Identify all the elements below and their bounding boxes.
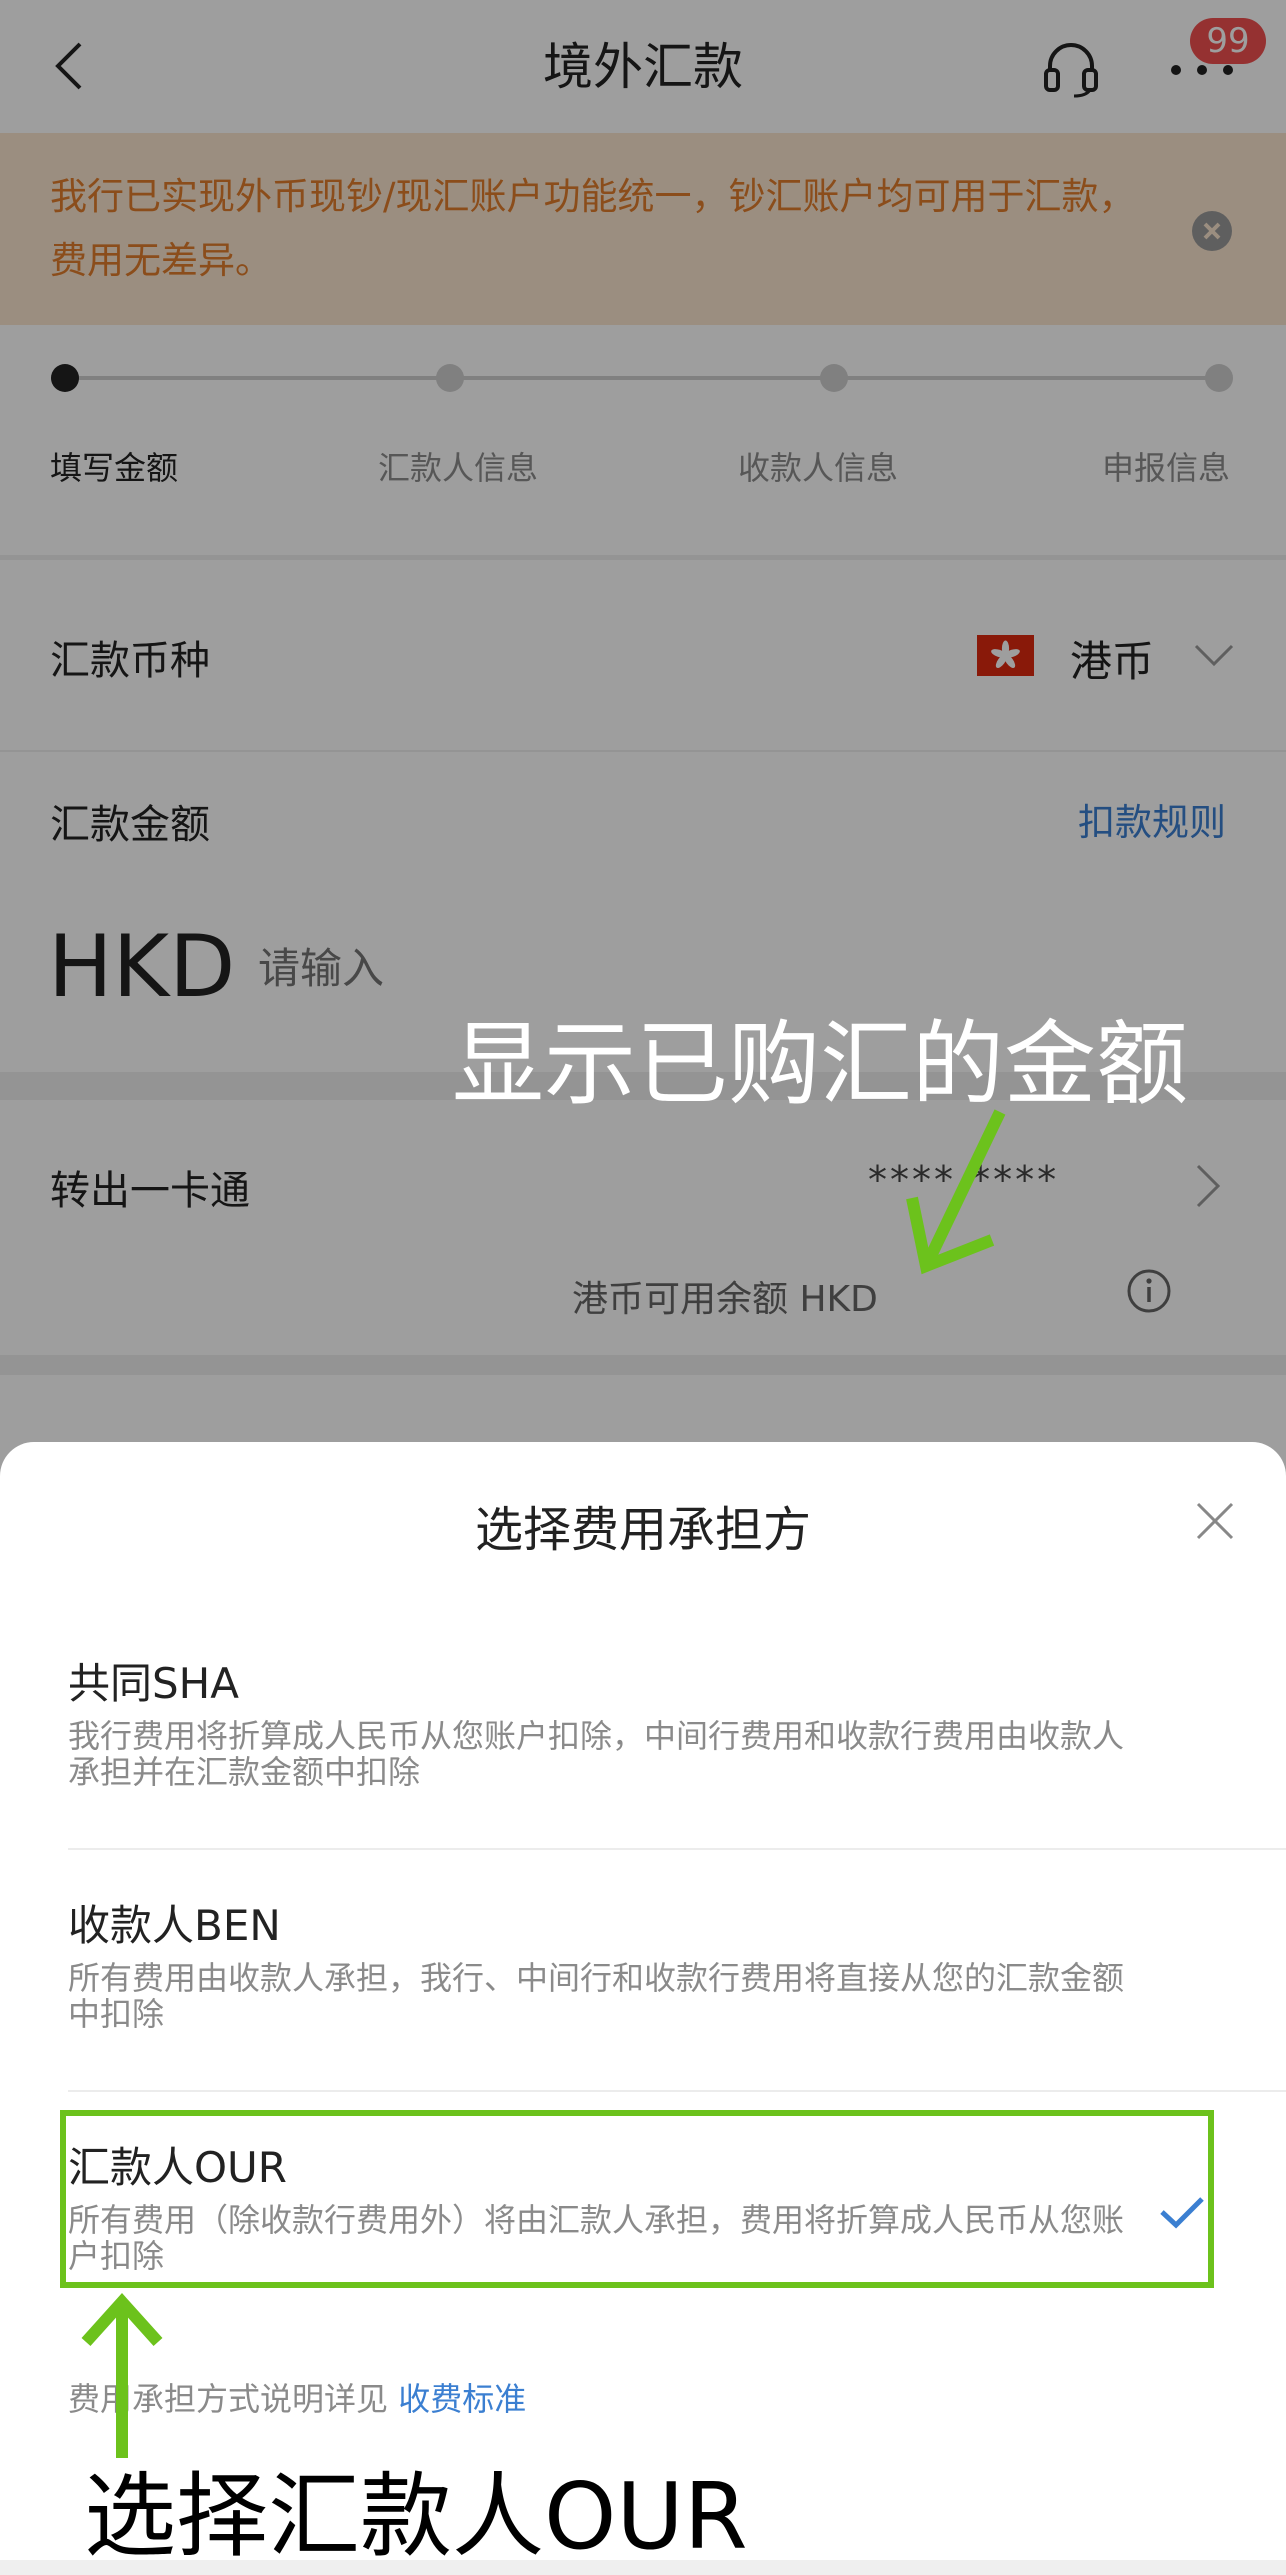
- annotation-select-our: 选择汇款人OUR: [84, 2463, 748, 2570]
- arrow-up-icon: [81, 2293, 163, 2458]
- highlight-box: [60, 2110, 1214, 2288]
- option-title: 共同SHA: [68, 1659, 239, 1708]
- fee-standard-link[interactable]: 收费标准: [398, 2380, 526, 2418]
- divider: [68, 1848, 1286, 1850]
- fee-bearer-sheet: 选择费用承担方 共同SHA 我行费用将折算成人民币从您账户扣除，中间行费用和收款…: [0, 1442, 1286, 2560]
- option-description: 所有费用由收款人承担，我行、中间行和收款行费用将直接从您的汇款金额中扣除: [68, 1959, 1125, 2033]
- arrow-down-left-icon: [906, 1109, 1006, 1275]
- option-description: 我行费用将折算成人民币从您账户扣除，中间行费用和收款行费用由收款人承担并在汇款金…: [68, 1717, 1125, 1791]
- sheet-title: 选择费用承担方: [474, 1502, 811, 1558]
- option-title: 收款人BEN: [68, 1901, 281, 1950]
- divider: [68, 2090, 1286, 2092]
- close-icon[interactable]: [1194, 1500, 1236, 1542]
- annotation-purchased-amount: 显示已购汇的金额: [452, 1011, 1189, 1118]
